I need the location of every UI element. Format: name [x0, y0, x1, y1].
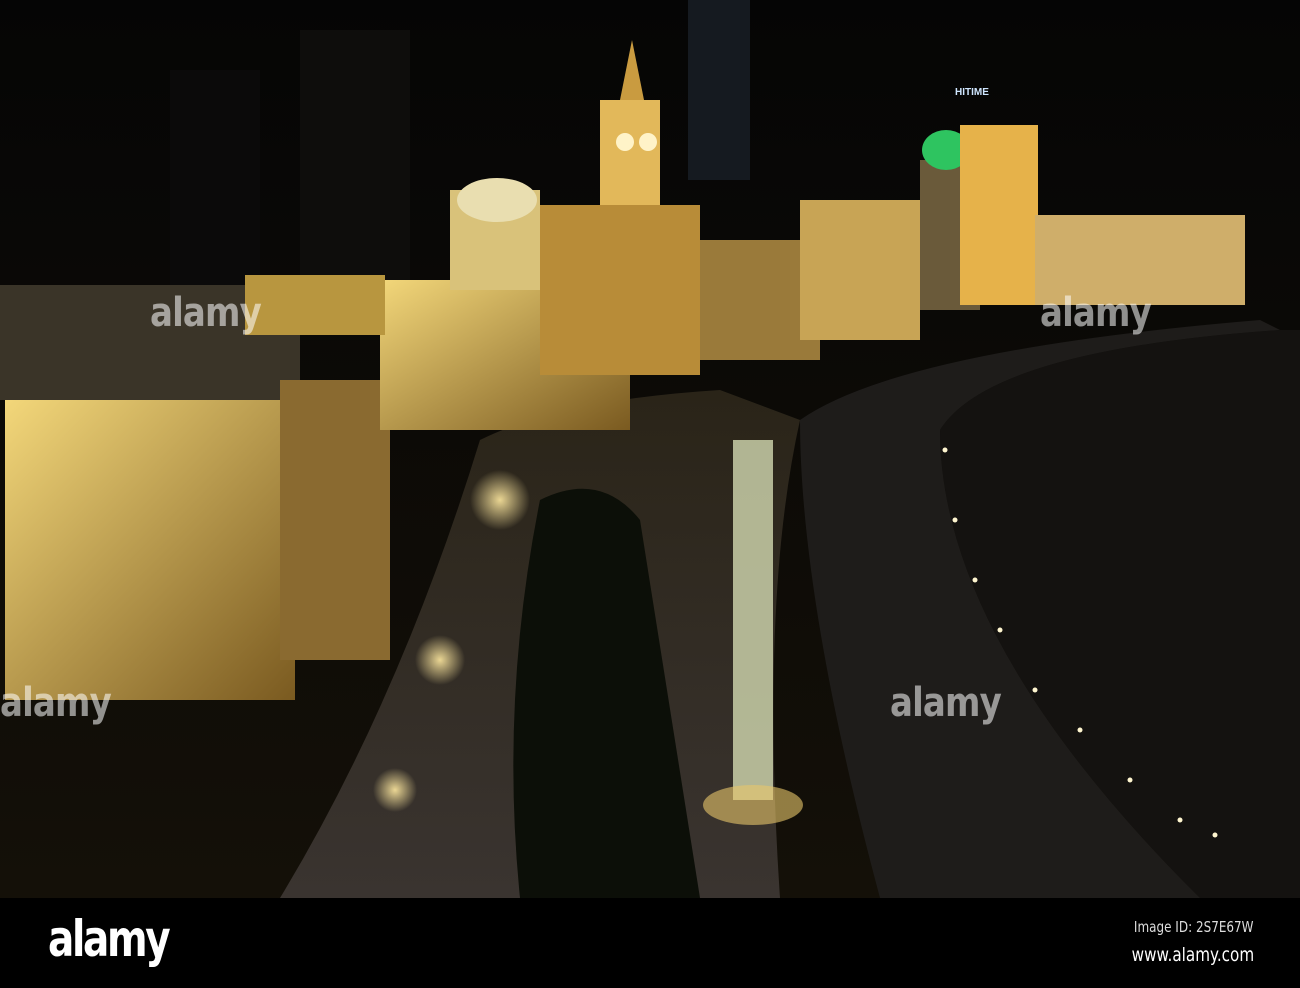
watermark: alamy	[890, 680, 1002, 726]
photo: HITIME alamy alamy alamy alamy	[0, 0, 1300, 898]
alamy-logo: alamy	[48, 910, 171, 968]
image-id: Image ID: 2S7E67W	[1134, 918, 1254, 936]
monument-column	[733, 440, 773, 800]
site-url: www.alamy.com	[1131, 944, 1254, 966]
building-left	[5, 400, 295, 700]
hitime-sign: HITIME	[955, 87, 989, 98]
clock-tower	[600, 100, 660, 220]
tower-building	[960, 125, 1038, 305]
skyscraper	[688, 0, 750, 180]
night-cityscape	[0, 0, 1300, 898]
watermark: alamy	[1040, 290, 1152, 336]
watermark: alamy	[150, 290, 262, 336]
footer-bar: alamy Image ID: 2S7E67W www.alamy.com	[0, 898, 1300, 988]
watermark: alamy	[0, 680, 112, 726]
